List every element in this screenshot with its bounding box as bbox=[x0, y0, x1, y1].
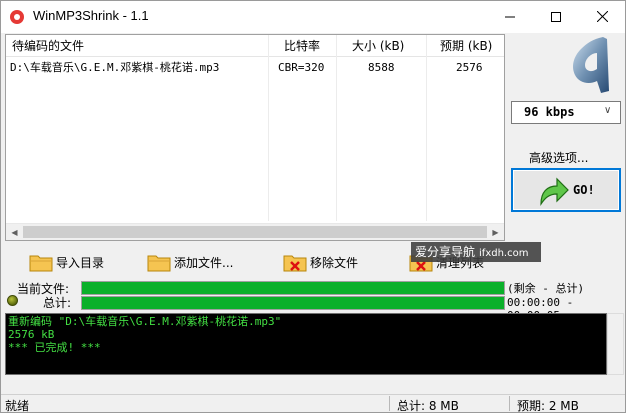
remove-file-button[interactable]: 移除文件 bbox=[283, 249, 358, 275]
window-title: WinMP3Shrink - 1.1 bbox=[33, 8, 149, 23]
minimize-button[interactable] bbox=[487, 1, 533, 32]
log-line: 重新编码 "D:\车载音乐\G.E.M.邓紫棋-桃花诺.mp3" bbox=[8, 315, 282, 328]
close-button[interactable] bbox=[579, 1, 625, 32]
column-header-expected[interactable]: 预期 (kB) bbox=[440, 35, 492, 57]
column-header-file[interactable]: 待编码的文件 bbox=[12, 35, 84, 57]
go-label: GO! bbox=[573, 183, 595, 197]
add-file-label: 添加文件... bbox=[174, 255, 234, 270]
add-file-button[interactable]: 添加文件... bbox=[147, 249, 233, 275]
cell-size: 8588 bbox=[368, 61, 395, 74]
file-list[interactable]: 待编码的文件 比特率 大小 (kB) 预期 (kB) D:\车载音乐\G.E.M… bbox=[5, 34, 505, 241]
folder-icon bbox=[147, 255, 171, 272]
folder-remove-icon bbox=[283, 255, 307, 272]
scrollbar-thumb[interactable] bbox=[23, 226, 487, 238]
advanced-options-link[interactable]: 高级选项... bbox=[529, 149, 588, 166]
status-total: 总计: 8 MB bbox=[397, 399, 459, 413]
total-progress-fill bbox=[82, 297, 504, 309]
time-header: (剩余 - 总计) bbox=[507, 282, 585, 295]
import-folder-button[interactable]: 导入目录 bbox=[29, 249, 104, 275]
watermark-url: ifxdh.com bbox=[479, 248, 529, 259]
status-bar: 就绪 总计: 8 MB 预期: 2 MB bbox=[1, 394, 625, 413]
bitrate-select[interactable]: 96 kbps ∨ bbox=[511, 101, 621, 124]
log-output[interactable]: 重新编码 "D:\车载音乐\G.E.M.邓紫棋-桃花诺.mp3" 2576 kB… bbox=[5, 313, 607, 375]
log-line: 2576 kB bbox=[8, 328, 55, 341]
scroll-right-icon[interactable]: ▶ bbox=[487, 224, 504, 240]
cell-file: D:\车载音乐\G.E.M.邓紫棋-桃花诺.mp3 bbox=[10, 61, 220, 74]
go-arrow-icon bbox=[540, 177, 569, 206]
table-row[interactable]: D:\车载音乐\G.E.M.邓紫棋-桃花诺.mp3 CBR=320 8588 2… bbox=[6, 59, 504, 77]
status-divider bbox=[389, 396, 390, 411]
status-text: 就绪 bbox=[5, 399, 30, 413]
log-vertical-scrollbar[interactable] bbox=[607, 313, 624, 375]
column-header-size[interactable]: 大小 (kB) bbox=[352, 35, 404, 57]
total-progress bbox=[81, 296, 505, 310]
import-folder-label: 导入目录 bbox=[56, 255, 105, 270]
watermark-text: 爱分享导航 bbox=[415, 245, 476, 259]
status-expected: 预期: 2 MB bbox=[517, 399, 579, 413]
go-button[interactable]: GO! bbox=[511, 168, 621, 212]
app-icon bbox=[10, 10, 24, 24]
list-header: 待编码的文件 比特率 大小 (kB) 预期 (kB) bbox=[6, 35, 504, 57]
log-line: *** 已完成! *** bbox=[8, 341, 101, 354]
current-file-progress bbox=[81, 281, 505, 295]
status-led-icon bbox=[7, 295, 18, 306]
title-bar: WinMP3Shrink - 1.1 bbox=[1, 1, 625, 33]
bitrate-value: 96 kbps bbox=[524, 105, 575, 119]
cell-bitrate: CBR=320 bbox=[278, 61, 325, 74]
column-header-bitrate[interactable]: 比特率 bbox=[284, 35, 320, 57]
current-file-progress-fill bbox=[82, 282, 504, 294]
folder-icon bbox=[29, 255, 53, 272]
app-logo-icon bbox=[573, 37, 609, 93]
status-divider bbox=[509, 396, 510, 411]
remove-file-label: 移除文件 bbox=[310, 255, 359, 270]
scroll-left-icon[interactable]: ◀ bbox=[6, 224, 23, 240]
chevron-down-icon: ∨ bbox=[604, 105, 612, 116]
horizontal-scrollbar[interactable]: ◀ ▶ bbox=[6, 223, 504, 240]
maximize-icon bbox=[551, 11, 561, 22]
close-icon bbox=[596, 11, 608, 22]
total-label: 总计: bbox=[43, 296, 72, 310]
watermark-overlay: 爱分享导航 ifxdh.com bbox=[411, 242, 541, 262]
cell-expected: 2576 bbox=[456, 61, 483, 74]
minimize-icon bbox=[505, 16, 515, 17]
maximize-button[interactable] bbox=[533, 1, 579, 32]
